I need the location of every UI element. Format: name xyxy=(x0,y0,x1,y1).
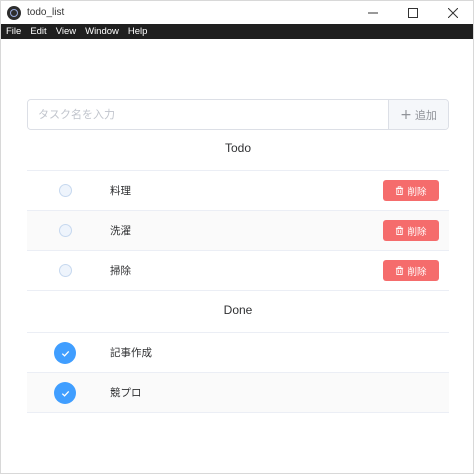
done-row: 競プロ xyxy=(27,373,449,413)
todo-row: 掃除 削除 xyxy=(27,251,449,291)
todo-row: 料理 削除 xyxy=(27,171,449,211)
delete-button[interactable]: 削除 xyxy=(383,180,439,201)
done-list: 記事作成 競プロ xyxy=(27,332,449,413)
done-heading: Done xyxy=(223,303,253,317)
task-input-group: + 追加 xyxy=(27,99,449,130)
done-row: 記事作成 xyxy=(27,333,449,373)
todo-item-label: 洗濯 xyxy=(110,225,131,237)
menu-file[interactable]: File xyxy=(1,24,25,39)
plus-icon: + xyxy=(400,106,412,123)
menu-help[interactable]: Help xyxy=(123,24,152,39)
menu-edit[interactable]: Edit xyxy=(25,24,50,39)
trash-icon xyxy=(396,226,404,235)
delete-button[interactable]: 削除 xyxy=(383,260,439,281)
trash-icon xyxy=(396,186,404,195)
trash-icon xyxy=(396,266,404,275)
todo-checkbox[interactable] xyxy=(59,184,72,197)
todo-row: 洗濯 削除 xyxy=(27,211,449,251)
maximize-icon[interactable] xyxy=(393,1,433,24)
task-name-input[interactable] xyxy=(28,100,388,129)
done-checkbox[interactable] xyxy=(54,342,76,364)
title-bar[interactable]: todo_list xyxy=(1,1,473,24)
app-logo-icon xyxy=(7,5,21,20)
add-task-button[interactable]: + 追加 xyxy=(388,100,448,129)
delete-label: 削除 xyxy=(407,226,427,238)
menu-view[interactable]: View xyxy=(51,24,80,39)
delete-label: 削除 xyxy=(407,186,427,198)
done-checkbox[interactable] xyxy=(54,382,76,404)
close-icon[interactable] xyxy=(433,1,473,24)
done-item-label: 記事作成 xyxy=(110,347,152,359)
minimize-icon[interactable] xyxy=(353,1,393,24)
todo-item-label: 料理 xyxy=(110,185,131,197)
check-icon xyxy=(61,350,69,357)
todo-heading: Todo xyxy=(224,141,252,155)
done-item-label: 競プロ xyxy=(110,387,142,399)
todo-checkbox[interactable] xyxy=(59,264,72,277)
delete-button[interactable]: 削除 xyxy=(383,220,439,241)
check-icon xyxy=(61,390,69,397)
menu-bar: File Edit View Window Help xyxy=(1,24,473,39)
window-title: todo_list xyxy=(27,7,65,18)
add-button-label: 追加 xyxy=(414,108,437,122)
app-window: todo_list File Edit View Window Help + 追… xyxy=(0,0,474,474)
window-controls xyxy=(353,1,473,24)
todo-checkbox[interactable] xyxy=(59,224,72,237)
delete-label: 削除 xyxy=(407,266,427,278)
todo-item-label: 掃除 xyxy=(110,265,131,277)
todo-list: 料理 削除 洗濯 削除 掃除 削除 xyxy=(27,170,449,291)
menu-window[interactable]: Window xyxy=(80,24,123,39)
main-content: + 追加 Todo 料理 削除 洗濯 削除 xyxy=(27,99,449,413)
